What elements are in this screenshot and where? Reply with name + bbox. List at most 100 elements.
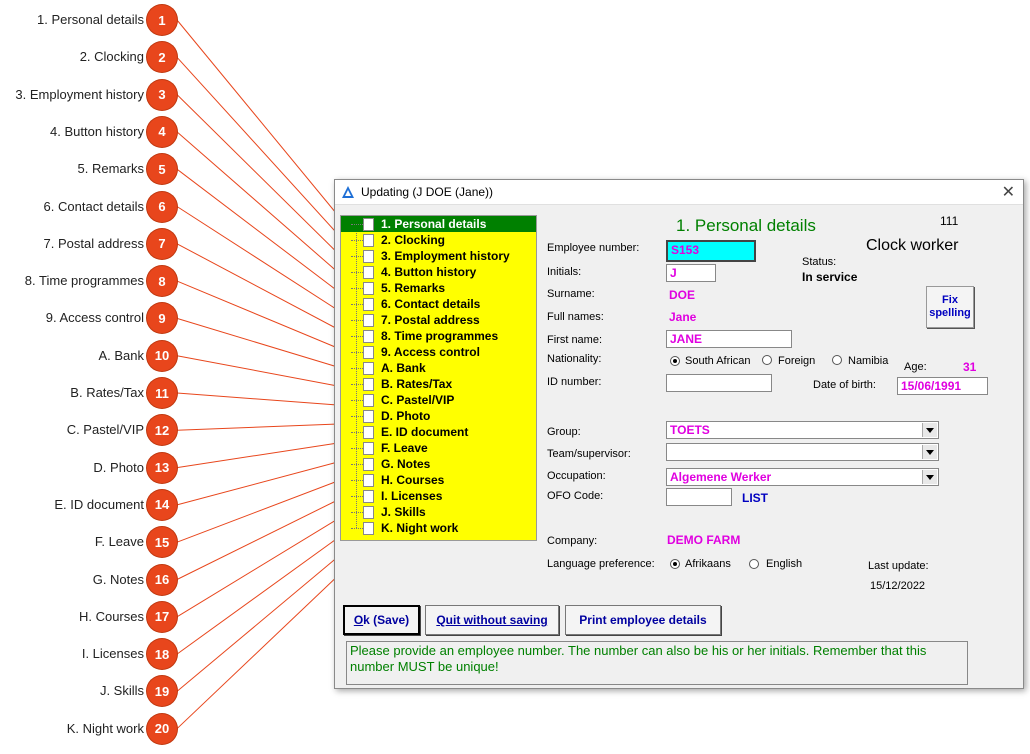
worker-type: Clock worker	[866, 237, 959, 254]
nationality-label: Nationality:	[547, 353, 602, 365]
full-names-value: Jane	[669, 310, 697, 324]
callout-label: 2. Clocking	[79, 49, 144, 65]
tree-item-label: I. Licenses	[381, 489, 443, 503]
document-icon	[363, 346, 374, 359]
tree-item[interactable]: F. Leave	[341, 440, 536, 456]
window-title: Updating (J DOE (Jane))	[361, 185, 494, 199]
document-icon	[363, 522, 374, 535]
tree-item[interactable]: 8. Time programmes	[341, 328, 536, 344]
group-select[interactable]: TOETS	[666, 421, 939, 439]
tree-connector	[351, 288, 363, 289]
age-label: Age:	[904, 361, 927, 373]
tree-item-label: A. Bank	[381, 361, 426, 375]
tree-item-label: K. Night work	[381, 521, 459, 535]
callout-label: C. Pastel/VIP	[66, 422, 144, 438]
tree-item[interactable]: C. Pastel/VIP	[341, 392, 536, 408]
callout-label: 3. Employment history	[15, 86, 144, 102]
tree-item[interactable]: G. Notes	[341, 456, 536, 472]
language-radio-afrikaans[interactable]	[670, 559, 680, 569]
chevron-down-icon[interactable]	[922, 445, 937, 459]
tree-connector	[351, 400, 363, 401]
fix-spelling-button[interactable]: Fix spelling	[926, 286, 974, 328]
tree-item[interactable]: 4. Button history	[341, 264, 536, 280]
callout-label: B. Rates/Tax	[70, 385, 144, 400]
callout-label: G. Notes	[92, 571, 144, 587]
tree-item[interactable]: D. Photo	[341, 408, 536, 424]
tree-item[interactable]: K. Night work	[341, 520, 536, 536]
tree-item[interactable]: E. ID document	[341, 424, 536, 440]
last-update-label: Last update:	[868, 560, 929, 572]
id-number-field[interactable]	[666, 374, 772, 392]
team-select[interactable]	[666, 443, 939, 461]
tree-item-label: 2. Clocking	[381, 233, 446, 247]
date-of-birth-field[interactable]: 15/06/1991	[897, 377, 988, 395]
title-bar: Updating (J DOE (Jane)) ✕	[335, 180, 1023, 205]
callout-badge: 7	[147, 228, 177, 259]
nationality-radio-south-african[interactable]	[670, 356, 680, 366]
document-icon	[363, 234, 374, 247]
nationality-radio-namibia[interactable]	[832, 355, 842, 365]
tree-item[interactable]: 6. Contact details	[341, 296, 536, 312]
document-icon	[363, 298, 374, 311]
tree-item[interactable]: B. Rates/Tax	[341, 376, 536, 392]
ofo-code-field[interactable]	[666, 488, 732, 506]
tree-item[interactable]: 7. Postal address	[341, 312, 536, 328]
tree-item-label: G. Notes	[381, 457, 431, 471]
tree-item-label: 5. Remarks	[381, 281, 446, 295]
date-of-birth-label: Date of birth:	[813, 379, 876, 391]
tree-item[interactable]: 3. Employment history	[341, 248, 536, 264]
callout-badge: 19	[147, 676, 177, 707]
employee-id: 111	[940, 214, 959, 228]
callout-badge: 20	[147, 713, 177, 744]
callout-label: 7. Postal address	[43, 235, 144, 251]
ok-label: k (Save)	[363, 613, 410, 627]
quit-without-saving-button[interactable]: Quit without saving	[425, 605, 559, 635]
tree-item-label: 9. Access control	[381, 345, 480, 359]
tree-item[interactable]: 9. Access control	[341, 344, 536, 360]
occupation-select[interactable]: Algemene Werker	[666, 468, 939, 486]
tree-item-label: D. Photo	[381, 409, 431, 423]
language-radio-english[interactable]	[749, 559, 759, 569]
document-icon	[363, 410, 374, 423]
tree-item-label: 3. Employment history	[381, 249, 510, 263]
callout-label: K. Night work	[66, 720, 144, 736]
print-employee-details-button[interactable]: Print employee details	[565, 605, 721, 635]
occupation-label: Occupation:	[547, 470, 606, 482]
initials-field[interactable]: J	[666, 264, 716, 282]
group-label: Group:	[547, 426, 581, 438]
tree-item[interactable]: I. Licenses	[341, 488, 536, 504]
chevron-down-icon[interactable]	[922, 470, 937, 484]
tree-item[interactable]: 5. Remarks	[341, 280, 536, 296]
first-name-field[interactable]: JANE	[666, 330, 792, 348]
surname-value: DOE	[669, 288, 696, 302]
tree-item[interactable]: 1. Personal details	[341, 216, 536, 232]
chevron-down-icon[interactable]	[922, 423, 937, 437]
tree-item[interactable]: 2. Clocking	[341, 232, 536, 248]
callout-label: F. Leave	[94, 534, 144, 550]
full-names-label: Full names:	[547, 311, 604, 323]
tree-item-label: F. Leave	[381, 441, 428, 455]
document-icon	[363, 394, 374, 407]
callout-label: 1. Personal details	[37, 12, 144, 27]
callout-label: 9. Access control	[45, 310, 144, 326]
tree-item-label: 6. Contact details	[381, 297, 481, 311]
tree-connector	[351, 480, 363, 481]
callout-label: I. Licenses	[81, 646, 144, 662]
ok-save-button[interactable]: Ok (Save)	[343, 605, 420, 635]
tree-connector	[351, 384, 363, 385]
tree-item[interactable]: J. Skills	[341, 504, 536, 520]
callout-badge: 4	[147, 116, 177, 147]
callout-badge: 6	[147, 191, 177, 222]
nationality-radio-foreign[interactable]	[762, 355, 772, 365]
callout-badge: 5	[147, 154, 177, 185]
tree-item[interactable]: A. Bank	[341, 360, 536, 376]
quit-label: uit without saving	[445, 613, 548, 627]
tree-item[interactable]: H. Courses	[341, 472, 536, 488]
ofo-list-link[interactable]: LIST	[742, 491, 768, 505]
tree-connector	[351, 352, 363, 353]
callout-badge: 3	[147, 79, 177, 110]
employee-number-field[interactable]: S153	[666, 240, 756, 262]
close-icon[interactable]: ✕	[1002, 182, 1015, 202]
document-icon	[363, 218, 374, 231]
help-message: Please provide an employee number. The n…	[346, 641, 968, 685]
